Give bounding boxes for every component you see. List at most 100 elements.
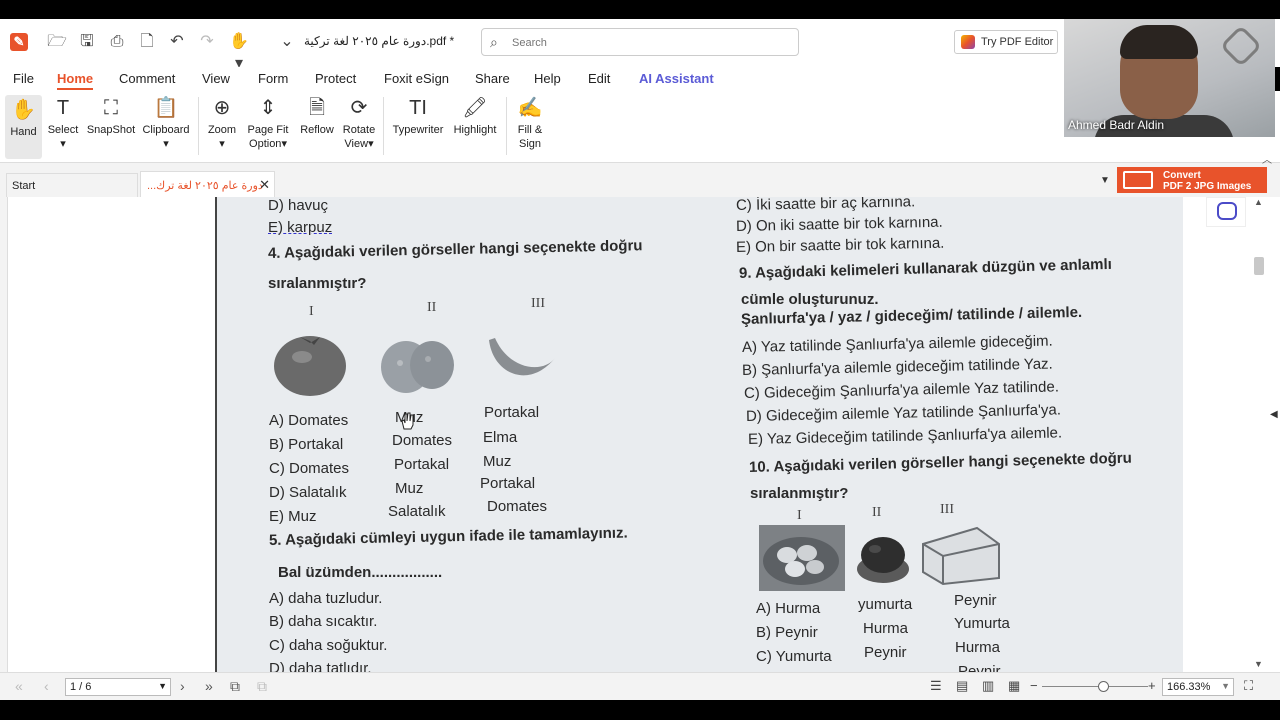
facing-view-icon[interactable]: ▥: [982, 678, 994, 694]
zoom-in-icon[interactable]: +: [1148, 678, 1156, 693]
menu-edit[interactable]: Edit: [588, 71, 610, 86]
zoom-out-icon[interactable]: −: [1030, 678, 1038, 693]
fullscreen-icon[interactable]: ⛶: [1244, 678, 1253, 694]
tab-document[interactable]: ...دورة عام ٢٠٢٥ لغة ترك ✕: [140, 171, 275, 197]
rotate-view-icon: ⟳: [350, 97, 368, 119]
answer-option-d-2: Muz: [395, 480, 424, 497]
continuous-view-icon[interactable]: ▤: [956, 678, 968, 694]
answer-option-b: B) Peynir: [756, 624, 818, 641]
menu-protect[interactable]: Protect: [315, 71, 356, 86]
rotate-view-button[interactable]: ⟳ Rotate View▾: [341, 95, 377, 151]
try-pdf-editor-button[interactable]: Try PDF Editor: [954, 30, 1058, 54]
answer-option-text: E) Yaz Gideceğim tatilinde Şanlıurfa'ya …: [747, 424, 1063, 448]
extract-page-icon[interactable]: ⧉: [230, 678, 240, 695]
answer-option-text: C) daha soğuktur.: [269, 637, 388, 654]
snapshot-label: SnapShot: [86, 124, 136, 136]
answer-option-text: A) daha tuzludur.: [269, 590, 383, 607]
document-tabs: ︿ Start ...دورة عام ٢٠٢٥ لغة ترك ✕ ▼ Con…: [0, 155, 1280, 197]
single-page-view-icon[interactable]: ☰: [930, 678, 942, 694]
tab-start[interactable]: Start: [6, 173, 138, 197]
insert-page-icon[interactable]: ⧉: [257, 678, 267, 695]
scroll-up-icon[interactable]: ▲: [1254, 197, 1263, 207]
menu-file[interactable]: File: [13, 71, 34, 86]
vertical-scrollbar[interactable]: ▲ ▼: [1252, 197, 1266, 672]
first-page-icon[interactable]: «: [15, 678, 23, 694]
zoom-slider-knob[interactable]: [1098, 681, 1109, 692]
select-tool-button[interactable]: T Select ▾: [47, 95, 79, 151]
last-page-icon[interactable]: »: [205, 678, 213, 694]
zoom-level-field[interactable]: 166.33% ▼: [1162, 678, 1234, 696]
menu-share[interactable]: Share: [475, 71, 510, 86]
reflow-button[interactable]: 🗎 Reflow: [298, 95, 336, 137]
clipboard-button[interactable]: 📋 Clipboard ▾: [141, 95, 191, 151]
answer-option-b: B) Portakal: [269, 436, 344, 453]
document-title: دورة عام ٢٠٢٥ لغة تركية.pdf *: [304, 34, 455, 48]
zoom-dropdown-icon[interactable]: ▼: [1221, 681, 1230, 691]
document-workspace: D) havuç E) karpuz 4. Aşağıdaki verilen …: [0, 197, 1280, 672]
status-bar: « ‹ 1 / 6 ▼ › » ⧉ ⧉ ☰ ▤ ▥ ▦ − + 166.33% …: [0, 672, 1280, 700]
tabs-dropdown-icon[interactable]: ▼: [1100, 175, 1110, 186]
print-icon[interactable]: ⎙: [106, 31, 128, 53]
save-icon[interactable]: 🖫: [76, 31, 98, 53]
question-10-text: sıralanmıştır?: [750, 485, 849, 502]
search-box[interactable]: ⌕: [481, 28, 799, 56]
expand-right-panel-icon[interactable]: ◀: [1270, 409, 1278, 420]
answer-option-c-3: Hurma: [955, 639, 1001, 656]
page-dropdown-icon[interactable]: ▼: [158, 681, 167, 691]
zoom-button[interactable]: ⊕ Zoom ▾: [205, 95, 239, 151]
clipboard-label: Clipboard: [142, 124, 190, 136]
reflow-icon: 🗎: [308, 97, 326, 119]
page-fit-icon: ⇕: [259, 97, 277, 119]
page-fit-button[interactable]: ⇕ Page Fit Option▾: [245, 95, 291, 151]
menu-foxit-esign[interactable]: Foxit eSign: [384, 71, 449, 86]
answer-option-text: D) daha tatlıdır.: [269, 660, 372, 672]
page-fit-label-2: Option: [249, 138, 282, 150]
print-preview-icon[interactable]: 🗋: [136, 31, 158, 53]
menu-comment[interactable]: Comment: [119, 71, 175, 86]
ai-assistant-bot-button[interactable]: [1206, 197, 1246, 227]
hand-dropdown-icon[interactable]: ✋▾: [228, 31, 250, 72]
undo-icon[interactable]: ↶: [166, 31, 188, 53]
page-number-field[interactable]: 1 / 6 ▼: [65, 678, 171, 696]
hand-tool-button[interactable]: ✋ Hand: [5, 95, 42, 159]
menu-home[interactable]: Home: [57, 71, 94, 90]
page-number-value: 1 / 6: [70, 681, 92, 693]
next-page-icon[interactable]: ›: [180, 678, 185, 694]
menu-form[interactable]: Form: [258, 71, 288, 86]
previous-page-icon[interactable]: ‹: [44, 678, 49, 694]
customize-chevron-icon[interactable]: ⌄: [276, 31, 298, 53]
answer-option-b-2: Hurma: [863, 620, 909, 637]
convert-label-1: Convert: [1163, 170, 1201, 181]
answer-option-b-2: Domates: [392, 432, 453, 449]
snapshot-button[interactable]: ⛶ SnapShot: [86, 95, 136, 137]
convert-pdf-button[interactable]: Convert PDF 2 JPG Images: [1117, 167, 1267, 193]
orange-image: [381, 341, 454, 393]
menu-ai-assistant[interactable]: AI Assistant: [639, 71, 714, 86]
menu-view[interactable]: View: [202, 71, 230, 86]
open-folder-icon[interactable]: 🗁: [46, 31, 68, 53]
scroll-down-icon[interactable]: ▼: [1254, 659, 1263, 669]
menu-help[interactable]: Help: [534, 71, 561, 86]
search-input[interactable]: [512, 34, 782, 52]
page-fit-label-1: Page Fit: [247, 124, 289, 136]
menu-bar: File Home Comment View Form Protect Foxi…: [0, 67, 1064, 91]
fill-sign-button[interactable]: ✍ Fill & Sign: [512, 95, 548, 151]
tab-document-label: ...دورة عام ٢٠٢٥ لغة ترك: [147, 180, 263, 192]
collapse-ribbon-icon[interactable]: ︿: [1262, 151, 1272, 166]
answer-option-c: C) Domates: [269, 460, 350, 477]
answer-option-text: D) Gideceğim ailemle Yaz tatilinde Şanlı…: [745, 401, 1062, 425]
answer-option-a: A) Domates: [269, 412, 349, 429]
scrollbar-thumb[interactable]: [1254, 257, 1264, 275]
typewriter-button[interactable]: TI Typewriter: [390, 95, 446, 137]
image-convert-icon: [1123, 171, 1153, 189]
eggs-basket-image: [759, 525, 845, 591]
rotate-label-1: Rotate: [342, 124, 376, 136]
zoom-slider-track[interactable]: [1042, 686, 1148, 687]
highlight-button[interactable]: 🖍 Highlight: [450, 95, 500, 137]
tomato-image: [274, 336, 346, 396]
redo-icon[interactable]: ↷: [196, 31, 218, 53]
option-text: D) havuç: [268, 197, 329, 214]
continuous-facing-view-icon[interactable]: ▦: [1008, 678, 1020, 694]
pdf-editor-icon: [961, 35, 975, 49]
close-tab-icon[interactable]: ✕: [259, 177, 270, 193]
